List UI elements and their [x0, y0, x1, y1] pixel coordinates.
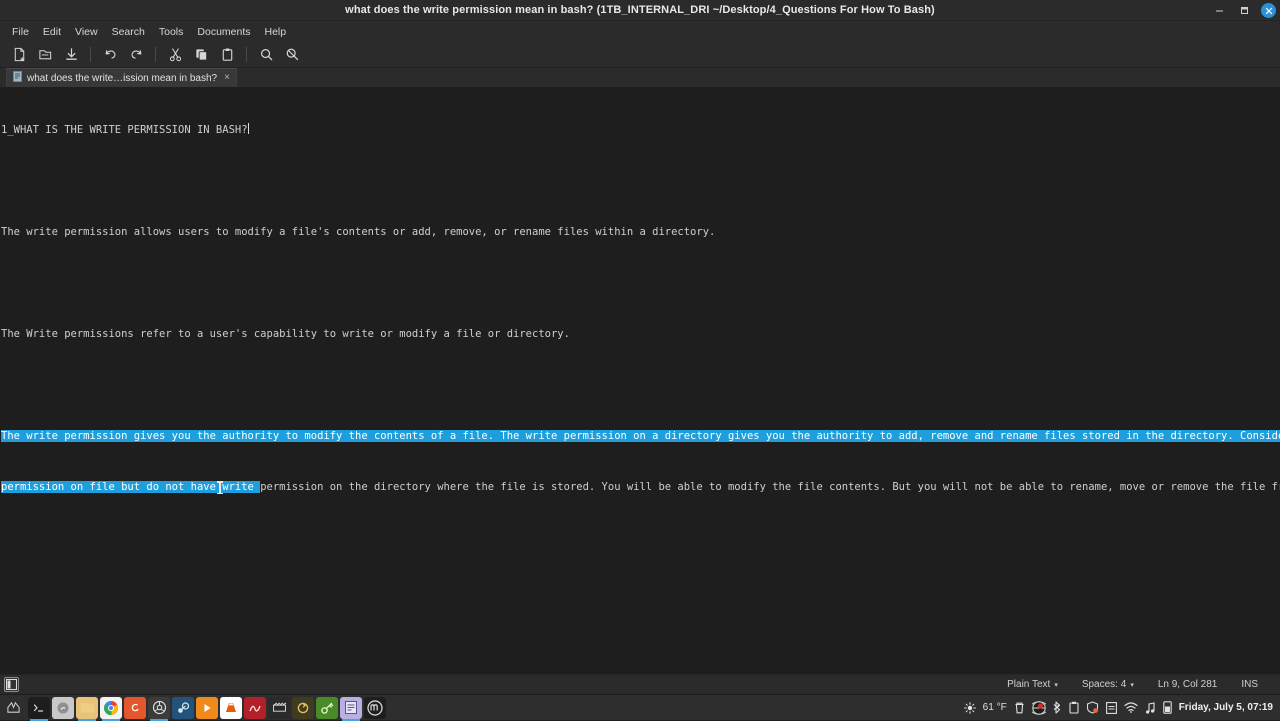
chevron-down-icon: ▾: [1130, 681, 1134, 689]
bluetooth-icon[interactable]: [1053, 701, 1062, 714]
mouse-text-cursor: [219, 481, 221, 494]
title-bar: what does the write permission mean in b…: [0, 0, 1280, 21]
menu-view[interactable]: View: [68, 23, 105, 41]
paste-icon[interactable]: [214, 43, 240, 67]
mint-menu-icon[interactable]: [0, 695, 26, 721]
shield-icon[interactable]: [1086, 701, 1099, 714]
tab-document[interactable]: what does the write…ission mean in bash?…: [6, 68, 237, 87]
launcher-linux-mint[interactable]: [364, 697, 386, 719]
trash-icon[interactable]: [1014, 702, 1025, 714]
maximize-button[interactable]: [1236, 3, 1252, 19]
doc-line: [0, 377, 1280, 394]
cursor-position: Ln 9, Col 281: [1146, 679, 1230, 690]
wifi-icon[interactable]: [1124, 702, 1138, 713]
undo-icon[interactable]: [97, 43, 123, 67]
launcher-steam[interactable]: [172, 697, 194, 719]
launcher-terminal[interactable]: [28, 697, 50, 719]
selected-text-row1: The write permission gives you the autho…: [1, 430, 1280, 442]
document-text: 1_WHAT IS THE WRITE PERMISSION IN BASH? …: [0, 88, 1280, 530]
doc-line: 1_WHAT IS THE WRITE PERMISSION IN BASH?: [0, 122, 1280, 139]
sidebar-toggle-icon[interactable]: [4, 677, 19, 692]
status-left: [0, 677, 19, 692]
redo-icon[interactable]: [123, 43, 149, 67]
find-icon[interactable]: [253, 43, 279, 67]
doc-line: The Write permissions refer to a user's …: [0, 326, 1280, 343]
open-file-icon[interactable]: [32, 43, 58, 67]
window-title: what does the write permission mean in b…: [345, 4, 935, 16]
system-tray: 61 °F Friday, July 5, 07:19: [964, 701, 1280, 715]
doc-line: [0, 173, 1280, 190]
temperature-label: 61 °F: [983, 702, 1007, 713]
doc-line-text: The write permission allows users to mod…: [1, 226, 715, 238]
menu-file[interactable]: File: [5, 23, 36, 41]
menu-tools[interactable]: Tools: [152, 23, 191, 41]
insert-mode-indicator: INS: [1229, 679, 1270, 690]
sun-icon[interactable]: [964, 702, 976, 714]
doc-line-wrapped-2: permission on file but do not have write…: [0, 479, 1280, 496]
notes-icon[interactable]: [1106, 702, 1117, 714]
document-icon: [13, 69, 22, 87]
find-replace-icon[interactable]: [279, 43, 305, 67]
doc-line-text: The Write permissions refer to a user's …: [1, 328, 570, 340]
toolbar-separator: [90, 47, 91, 62]
doc-line-text: 1_WHAT IS THE WRITE PERMISSION IN BASH?: [1, 124, 248, 136]
indent-label: Spaces: 4: [1082, 679, 1126, 690]
cut-icon[interactable]: [162, 43, 188, 67]
tab-label: what does the write…ission mean in bash?: [27, 73, 217, 84]
editor-area[interactable]: 1_WHAT IS THE WRITE PERMISSION IN BASH? …: [0, 88, 1280, 674]
taskbar: 61 °F Friday, July 5, 07:19: [0, 694, 1280, 720]
status-right: Plain Text ▾ Spaces: 4 ▾ Ln 9, Col 281 I…: [995, 679, 1280, 690]
doc-line: The write permission allows users to mod…: [0, 224, 1280, 241]
close-button[interactable]: [1261, 3, 1276, 18]
save-file-icon[interactable]: [58, 43, 84, 67]
menu-bar: File Edit View Search Tools Documents He…: [0, 21, 1280, 42]
selected-text-row2: permission on file but do not have write: [1, 481, 260, 493]
status-bar: Plain Text ▾ Spaces: 4 ▾ Ln 9, Col 281 I…: [0, 674, 1280, 694]
menu-search[interactable]: Search: [105, 23, 152, 41]
indent-selector[interactable]: Spaces: 4 ▾: [1070, 679, 1146, 690]
toolbar-separator: [155, 47, 156, 62]
launcher-video-player[interactable]: [196, 697, 218, 719]
launcher-vlc[interactable]: [220, 697, 242, 719]
doc-line: [0, 275, 1280, 292]
toolbar-separator: [246, 47, 247, 62]
copy-icon[interactable]: [188, 43, 214, 67]
tab-close-icon[interactable]: ×: [224, 73, 230, 83]
launcher-update-manager[interactable]: [292, 697, 314, 719]
menu-documents[interactable]: Documents: [190, 23, 257, 41]
menu-edit[interactable]: Edit: [36, 23, 68, 41]
launcher-file-manager[interactable]: [76, 697, 98, 719]
language-selector[interactable]: Plain Text ▾: [995, 679, 1070, 690]
launcher-text-editor[interactable]: [340, 697, 362, 719]
new-file-icon[interactable]: [6, 43, 32, 67]
launcher-key-tool[interactable]: [316, 697, 338, 719]
minimize-button[interactable]: [1211, 3, 1227, 19]
clock-label: Friday, July 5, 07:19: [1179, 702, 1273, 713]
battery-icon[interactable]: [1163, 701, 1172, 714]
launcher-audacity[interactable]: [244, 697, 266, 719]
language-label: Plain Text: [1007, 679, 1050, 690]
music-note-icon[interactable]: [1145, 702, 1156, 714]
launcher-firefox[interactable]: [124, 697, 146, 719]
taskbar-launchers: [26, 697, 386, 719]
launcher-app-gray[interactable]: [52, 697, 74, 719]
doc-line-wrapped-1: The write permission gives you the autho…: [0, 428, 1280, 445]
text-caret: [248, 123, 249, 134]
window-controls: [1211, 0, 1276, 21]
unselected-text-row2: permission on the directory where the fi…: [260, 481, 1280, 493]
launcher-google-chrome[interactable]: [100, 697, 122, 719]
globe-icon[interactable]: [1032, 701, 1046, 715]
launcher-clapperboard[interactable]: [268, 697, 290, 719]
launcher-media-app[interactable]: [148, 697, 170, 719]
tab-bar: what does the write…ission mean in bash?…: [0, 68, 1280, 87]
clipboard-icon[interactable]: [1069, 701, 1079, 714]
toolbar: [0, 42, 1280, 68]
chevron-down-icon: ▾: [1054, 681, 1058, 689]
menu-help[interactable]: Help: [258, 23, 294, 41]
